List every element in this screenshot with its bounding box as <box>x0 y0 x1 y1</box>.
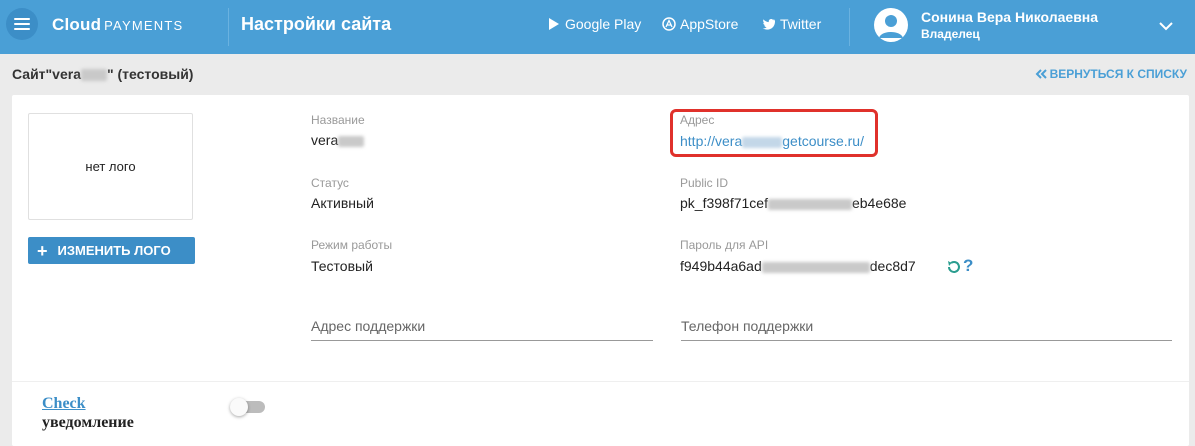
google-play-icon <box>549 18 559 30</box>
brand-main: Cloud <box>52 15 102 34</box>
redacted-blur <box>742 136 783 148</box>
address-link[interactable]: http://vera getcourse.ru/ <box>680 133 864 149</box>
mode-label: Режим работы <box>311 238 393 252</box>
toggle-knob <box>230 398 248 416</box>
public-id-value: pk_f398f71cef eb4e68e <box>680 195 906 211</box>
site-title: Сайт"vera " (тестовый) <box>12 66 193 82</box>
twitter-label: Twitter <box>780 16 822 32</box>
user-role: Владелец <box>921 27 980 41</box>
twitter-link[interactable]: Twitter <box>762 16 821 32</box>
logo-placeholder: нет лого <box>28 113 193 220</box>
top-header: Cloud PAYMENTS Настройки сайта Google Pla… <box>0 0 1195 54</box>
mode-value: Тестовый <box>311 258 373 274</box>
support-address-field[interactable] <box>311 311 653 341</box>
address-prefix: http://vera <box>680 133 743 149</box>
section-divider <box>12 381 1189 382</box>
google-play-link[interactable]: Google Play <box>547 16 641 32</box>
api-prefix: f949b44a6ad <box>680 258 762 274</box>
header-divider <box>228 8 229 46</box>
back-to-list-label: ВЕРНУТЬСЯ К СПИСКУ <box>1049 67 1187 81</box>
redacted-blur <box>761 261 870 273</box>
public-id-prefix: pk_f398f71cef <box>680 195 768 211</box>
change-logo-label: ИЗМЕНИТЬ ЛОГО <box>57 243 171 258</box>
appstore-icon <box>662 17 676 31</box>
change-logo-button[interactable]: + ИЗМЕНИТЬ ЛОГО <box>28 237 195 264</box>
redacted-blur <box>80 69 107 82</box>
support-phone-field[interactable] <box>681 311 1172 341</box>
back-to-list-link[interactable]: ВЕРНУТЬСЯ К СПИСКУ <box>1035 67 1187 81</box>
menu-icon[interactable] <box>6 8 38 40</box>
twitter-icon <box>762 19 776 30</box>
name-value: vera <box>311 132 365 148</box>
refresh-icon[interactable] <box>946 259 962 275</box>
plus-icon: + <box>37 240 48 261</box>
site-settings-card: нет лого + ИЗМЕНИТЬ ЛОГО Название vera С… <box>12 95 1189 446</box>
appstore-label: AppStore <box>680 16 739 32</box>
redacted-blur <box>767 198 852 210</box>
public-id-label: Public ID <box>680 176 729 190</box>
check-notification-link[interactable]: Check <box>42 395 86 413</box>
name-value-text: vera <box>311 132 339 148</box>
api-password-value: f949b44a6ad dec8d7 <box>680 258 916 274</box>
double-chevron-left-icon <box>1035 69 1047 79</box>
api-password-label: Пароль для API <box>680 238 769 252</box>
status-label: Статус <box>311 176 349 190</box>
redacted-blur <box>338 135 365 147</box>
address-label: Адрес <box>680 113 715 127</box>
support-address-input[interactable] <box>311 311 653 340</box>
site-title-suffix: " (тестовый) <box>106 66 194 82</box>
api-suffix: dec8d7 <box>869 258 916 274</box>
help-icon[interactable]: ? <box>963 256 973 276</box>
appstore-link[interactable]: AppStore <box>662 16 738 32</box>
user-name[interactable]: Сонина Вера Николаевна <box>921 9 1098 25</box>
brand-logo[interactable]: Cloud PAYMENTS <box>52 15 183 35</box>
site-title-prefix: Сайт"vera <box>12 66 81 82</box>
brand-sub: PAYMENTS <box>104 18 184 33</box>
google-play-label: Google Play <box>565 16 642 32</box>
status-value: Активный <box>311 195 374 211</box>
header-divider-2 <box>849 8 850 46</box>
support-phone-input[interactable] <box>681 311 1172 340</box>
check-notification-label: уведомление <box>42 414 134 431</box>
public-id-suffix: eb4e68e <box>851 195 907 211</box>
page-title: Настройки сайта <box>241 14 392 34</box>
logo-placeholder-text: нет лого <box>85 159 136 174</box>
check-notification-toggle[interactable] <box>230 398 265 416</box>
chevron-down-icon[interactable] <box>1158 18 1174 34</box>
name-label: Название <box>311 113 365 127</box>
address-suffix: getcourse.ru/ <box>782 133 864 149</box>
user-avatar-icon[interactable] <box>874 8 908 42</box>
